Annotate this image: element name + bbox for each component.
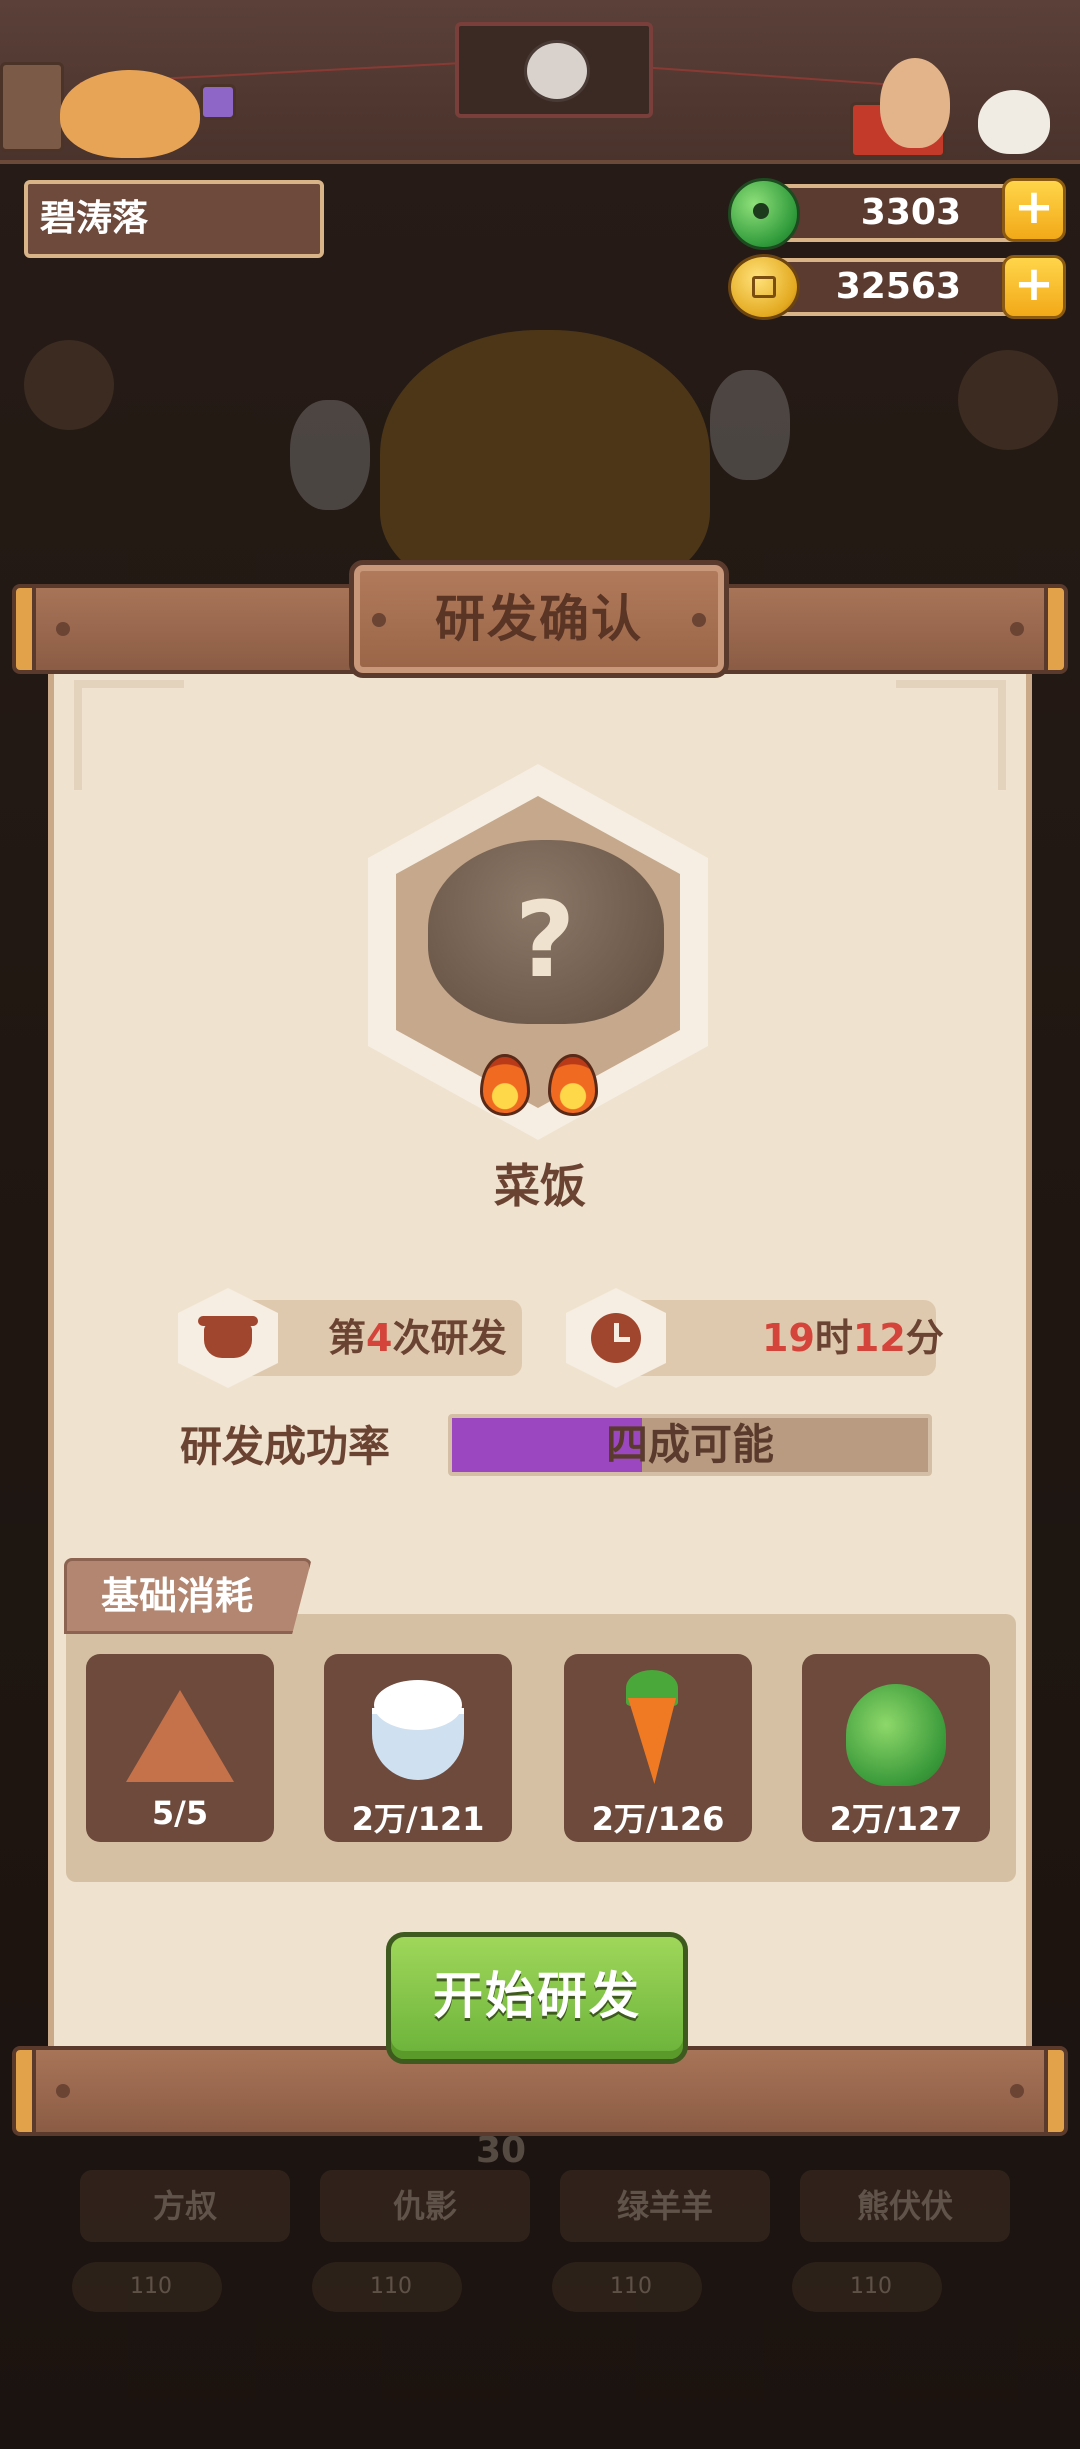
cost-item-zongzi[interactable]: 5/5: [86, 1654, 274, 1842]
start-research-button[interactable]: 开始研发: [386, 1932, 688, 2064]
purple-block: [200, 84, 236, 120]
portrait-frame: [455, 22, 653, 118]
cost-item-count: 2万/121: [351, 1800, 485, 1838]
cost-item-rice[interactable]: 2万/121: [324, 1654, 512, 1842]
carrot-icon: [628, 1698, 676, 1784]
attempt-text: 第4次研发: [328, 1316, 507, 1360]
success-rate-label: 研发成功率: [180, 1422, 391, 1471]
success-rate-text: 四成可能: [605, 1420, 774, 1469]
chef-character: [880, 58, 950, 148]
white-cat-character: [978, 90, 1050, 154]
cost-item-bok-choy[interactable]: 2万/127: [802, 1654, 990, 1842]
add-coin-button[interactable]: +: [1002, 255, 1066, 319]
player-name[interactable]: 碧涛落: [24, 180, 324, 258]
dialog-title-plaque: 研发确认: [349, 560, 729, 678]
coin-icon: [728, 254, 800, 320]
cost-section-label: 基础消耗: [64, 1558, 312, 1634]
duration-text: 19时12分: [762, 1316, 944, 1360]
cost-item-count: 2万/126: [591, 1800, 725, 1838]
cat-character: [60, 70, 200, 158]
dialog-title: 研发确认: [435, 590, 643, 648]
add-jade-button[interactable]: +: [1002, 178, 1066, 242]
paw-sign: [0, 62, 64, 152]
success-rate-bar: 四成可能: [448, 1414, 932, 1476]
cost-item-count: 2万/127: [829, 1800, 963, 1838]
cost-item-count: 5/5: [151, 1794, 209, 1832]
question-mark-icon: ?: [514, 879, 576, 1001]
jade-icon: [728, 178, 800, 250]
zongzi-icon: [126, 1690, 234, 1782]
rice-icon: [374, 1680, 462, 1730]
bok-choy-icon: [846, 1684, 946, 1786]
corner-ornament: [74, 680, 184, 790]
dish-name: 菜饭: [494, 1159, 586, 1213]
corner-ornament: [896, 680, 1006, 790]
cost-item-carrot[interactable]: 2万/126: [564, 1654, 752, 1842]
